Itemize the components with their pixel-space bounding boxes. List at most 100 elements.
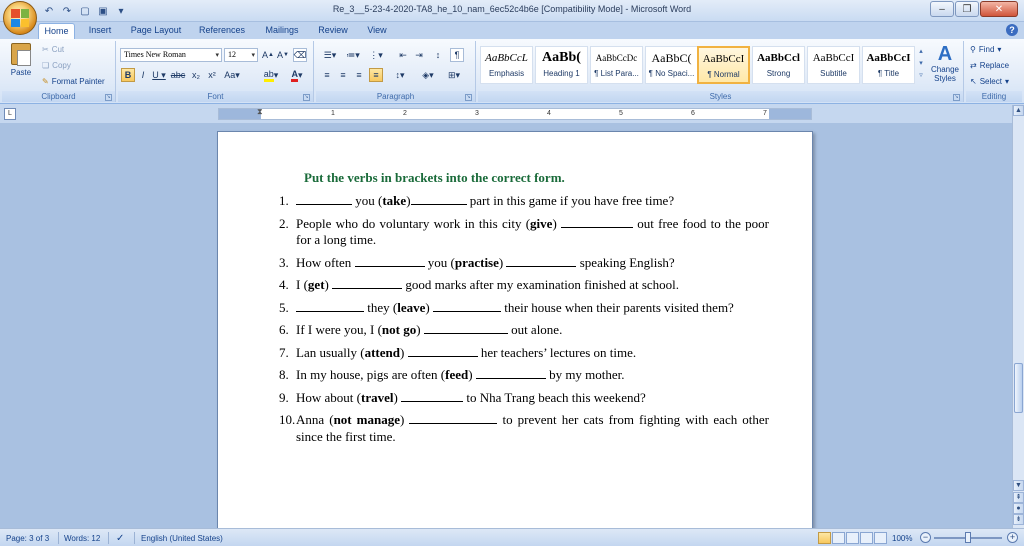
ribbon-tabs: Home Insert Page Layout References Maili… — [0, 22, 1024, 39]
subscript-button[interactable]: x₂ — [189, 68, 203, 82]
change-styles-label: Change Styles — [930, 65, 960, 83]
document-page[interactable]: Put the verbs in brackets into the corre… — [217, 131, 813, 528]
page-count[interactable]: Page: 3 of 3 — [6, 533, 49, 544]
show-formatting-button[interactable]: ¶ — [450, 48, 464, 62]
bullets-button[interactable]: ☰▾ — [320, 48, 340, 62]
restore-button[interactable]: ❐ — [955, 1, 979, 17]
indent-marker-icon[interactable]: ⧗ — [257, 107, 263, 117]
outline-view-icon[interactable] — [860, 532, 873, 544]
italic-button[interactable]: I — [137, 68, 149, 82]
format-painter-button[interactable]: ✎ Format Painter — [42, 75, 105, 87]
shrink-font-button[interactable]: A ▼ — [276, 48, 290, 62]
style-list-paragraph[interactable]: AaBbCcDc ¶ List Para... — [590, 46, 643, 84]
font-launcher-icon[interactable]: ↘ — [303, 94, 310, 101]
paste-button[interactable]: Paste — [6, 43, 36, 89]
question-text: they (leave) their house when their pare… — [296, 300, 734, 315]
question-item: 8. In my house, pigs are often (feed) by … — [279, 367, 769, 384]
font-color-button[interactable]: A ▾ — [286, 68, 308, 82]
browse-object-icon[interactable]: ● — [1013, 503, 1024, 514]
help-icon[interactable]: ? — [1006, 24, 1018, 36]
question-number: 3. — [279, 254, 289, 270]
scroll-up-icon[interactable]: ▲ — [1013, 105, 1024, 116]
style-heading-1[interactable]: AaBb( Heading 1 — [535, 46, 588, 84]
zoom-out-icon[interactable]: − — [920, 532, 931, 543]
tab-selector-icon[interactable]: L — [4, 108, 16, 120]
question-text: People who do voluntary work in this cit… — [296, 215, 769, 248]
superscript-button[interactable]: x² — [205, 68, 219, 82]
change-styles-button[interactable]: A Change Styles — [928, 43, 962, 89]
zoom-level[interactable]: 100% — [892, 533, 912, 544]
office-button[interactable] — [3, 1, 37, 35]
grow-font-button[interactable]: A ▲ — [261, 48, 275, 62]
close-button[interactable]: ✕ — [980, 1, 1018, 17]
horizontal-ruler[interactable]: 1 2 3 4 5 6 7 ⧗ — [218, 107, 812, 120]
increase-indent-button[interactable]: ⇥ — [412, 48, 426, 62]
print-layout-view-icon[interactable] — [818, 532, 831, 544]
shading-button[interactable]: ◈▾ — [418, 68, 438, 82]
word-count[interactable]: Words: 12 — [64, 533, 100, 544]
replace-button[interactable]: ⇄ Replace — [970, 59, 1009, 71]
align-left-button[interactable]: ≡ — [320, 68, 334, 82]
previous-page-icon[interactable]: ⇞ — [1013, 492, 1024, 503]
select-button[interactable]: ↖ Select ▾ — [970, 75, 1009, 87]
styles-launcher-icon[interactable]: ↘ — [953, 94, 960, 101]
scroll-down-icon[interactable]: ▼ — [1013, 480, 1024, 491]
tab-home[interactable]: Home — [38, 23, 75, 39]
tab-page-layout[interactable]: Page Layout — [128, 23, 184, 39]
style-strong[interactable]: AaBbCcl Strong — [752, 46, 805, 84]
next-page-icon[interactable]: ⇟ — [1013, 514, 1024, 525]
font-family-value: Times New Roman — [124, 50, 186, 59]
style-emphasis[interactable]: AaBbCcL Emphasis — [480, 46, 533, 84]
tab-review[interactable]: Review — [314, 23, 352, 39]
strikethrough-button[interactable]: abc — [170, 68, 186, 82]
justify-button[interactable]: ≡ — [369, 68, 383, 82]
multilevel-list-button[interactable]: ⋮▾ — [366, 48, 386, 62]
style-name: Subtitle — [820, 69, 847, 78]
web-layout-view-icon[interactable] — [846, 532, 859, 544]
sort-button[interactable]: ↕ — [430, 48, 446, 62]
font-size-combo[interactable]: 12 ▾ — [224, 48, 258, 62]
borders-button[interactable]: ⊞▾ — [444, 68, 464, 82]
office-logo-icon — [11, 9, 29, 27]
tab-references[interactable]: References — [194, 23, 250, 39]
font-family-combo[interactable]: Times New Roman ▾ — [120, 48, 222, 62]
style-sample: AaBbCcI — [866, 52, 911, 64]
numbering-button[interactable]: ≔▾ — [343, 48, 363, 62]
tab-insert[interactable]: Insert — [82, 23, 118, 39]
tab-mailings[interactable]: Mailings — [260, 23, 304, 39]
minimize-button[interactable]: – — [930, 1, 954, 17]
language-indicator[interactable]: English (United States) — [141, 533, 223, 544]
change-case-button[interactable]: Aa▾ — [222, 68, 242, 82]
copy-button[interactable]: ❏ Copy — [42, 59, 71, 71]
line-spacing-button[interactable]: ↕▾ — [390, 68, 410, 82]
styles-scroll[interactable]: ▴ ▾ ▿ — [917, 46, 925, 84]
scrollbar-thumb[interactable] — [1014, 363, 1023, 413]
bold-button[interactable]: B — [121, 68, 135, 82]
proofing-icon[interactable]: ✓ — [116, 533, 124, 544]
style-title[interactable]: AaBbCcI ¶ Title — [862, 46, 915, 84]
align-right-button[interactable]: ≡ — [352, 68, 366, 82]
paragraph-launcher-icon[interactable]: ↘ — [465, 94, 472, 101]
zoom-in-icon[interactable]: + — [1007, 532, 1018, 543]
style-subtitle[interactable]: AaBbCcI Subtitle — [807, 46, 860, 84]
vertical-scrollbar[interactable]: ▲ ▼ ⇞ ● ⇟ — [1012, 105, 1024, 528]
underline-button[interactable]: U ▾ — [151, 68, 167, 82]
question-number: 6. — [279, 322, 289, 337]
zoom-slider-thumb[interactable] — [965, 532, 971, 543]
style-normal[interactable]: AaBbCcI ¶ Normal — [697, 46, 750, 84]
status-bar: Page: 3 of 3 Words: 12 ✓ English (United… — [0, 528, 1024, 546]
highlight-button[interactable]: ab ▾ — [260, 68, 282, 82]
style-no-spacing[interactable]: AaBbC( ¶ No Spaci... — [645, 46, 698, 84]
question-number: 4. — [279, 277, 289, 292]
clear-formatting-button[interactable]: ⌫ — [293, 48, 307, 62]
full-screen-reading-view-icon[interactable] — [832, 532, 845, 544]
cut-button[interactable]: ✂ Cut — [42, 43, 64, 55]
format-painter-label: Format Painter — [51, 76, 105, 86]
tab-view[interactable]: View — [362, 23, 392, 39]
clipboard-launcher-icon[interactable]: ↘ — [105, 94, 112, 101]
question-item: 10. Anna (not manage) to prevent her cats… — [279, 412, 769, 445]
find-button[interactable]: ⚲ Find ▾ — [970, 43, 1001, 55]
align-center-button[interactable]: ≡ — [336, 68, 350, 82]
decrease-indent-button[interactable]: ⇤ — [396, 48, 410, 62]
draft-view-icon[interactable] — [874, 532, 887, 544]
